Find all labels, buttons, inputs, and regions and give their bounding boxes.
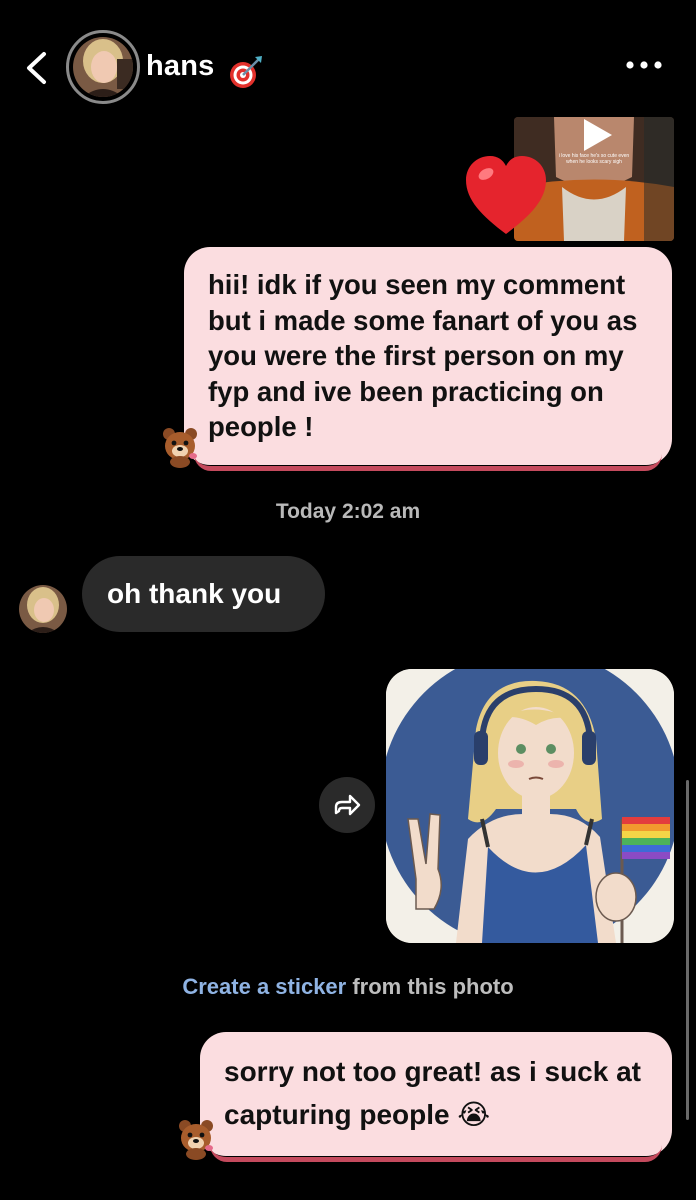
incoming-message-bubble[interactable]: oh thank you	[82, 556, 325, 632]
message-text: sorry not too great! as i suck at captur…	[224, 1056, 641, 1130]
share-button[interactable]	[319, 777, 375, 833]
sender-avatar[interactable]	[19, 585, 67, 633]
bear-sticker-icon	[163, 428, 197, 468]
red-heart-icon	[466, 156, 546, 234]
avatar-image	[73, 37, 133, 97]
create-sticker-prompt: Create a sticker from this photo	[0, 974, 696, 1000]
fanart-photo[interactable]	[386, 669, 674, 943]
contact-avatar[interactable]	[66, 30, 140, 104]
timestamp: Today 2:02 am	[275, 500, 421, 523]
bullseye-icon	[230, 56, 262, 88]
message-text: oh thank you	[107, 578, 282, 609]
chevron-left-icon[interactable]	[22, 48, 50, 88]
share-arrow-icon	[334, 794, 361, 816]
message-text: hii! idk if you seen my comment but i ma…	[208, 269, 638, 442]
contact-name[interactable]: hans	[146, 50, 215, 83]
video-caption: i love his face he's so cute even when h…	[558, 153, 630, 165]
bear-sticker-icon	[179, 1120, 213, 1160]
more-horizontal-icon[interactable]	[624, 58, 664, 72]
create-sticker-link[interactable]: Create a sticker	[182, 974, 346, 999]
scrollbar[interactable]	[686, 780, 689, 1120]
chat-header: hans	[0, 0, 696, 110]
sticker-prompt-rest: from this photo	[346, 974, 514, 999]
play-icon[interactable]	[578, 117, 614, 153]
outgoing-message-bubble[interactable]: hii! idk if you seen my comment but i ma…	[184, 247, 672, 471]
outgoing-message-bubble[interactable]: sorry not too great! as i suck at captur…	[200, 1032, 672, 1162]
